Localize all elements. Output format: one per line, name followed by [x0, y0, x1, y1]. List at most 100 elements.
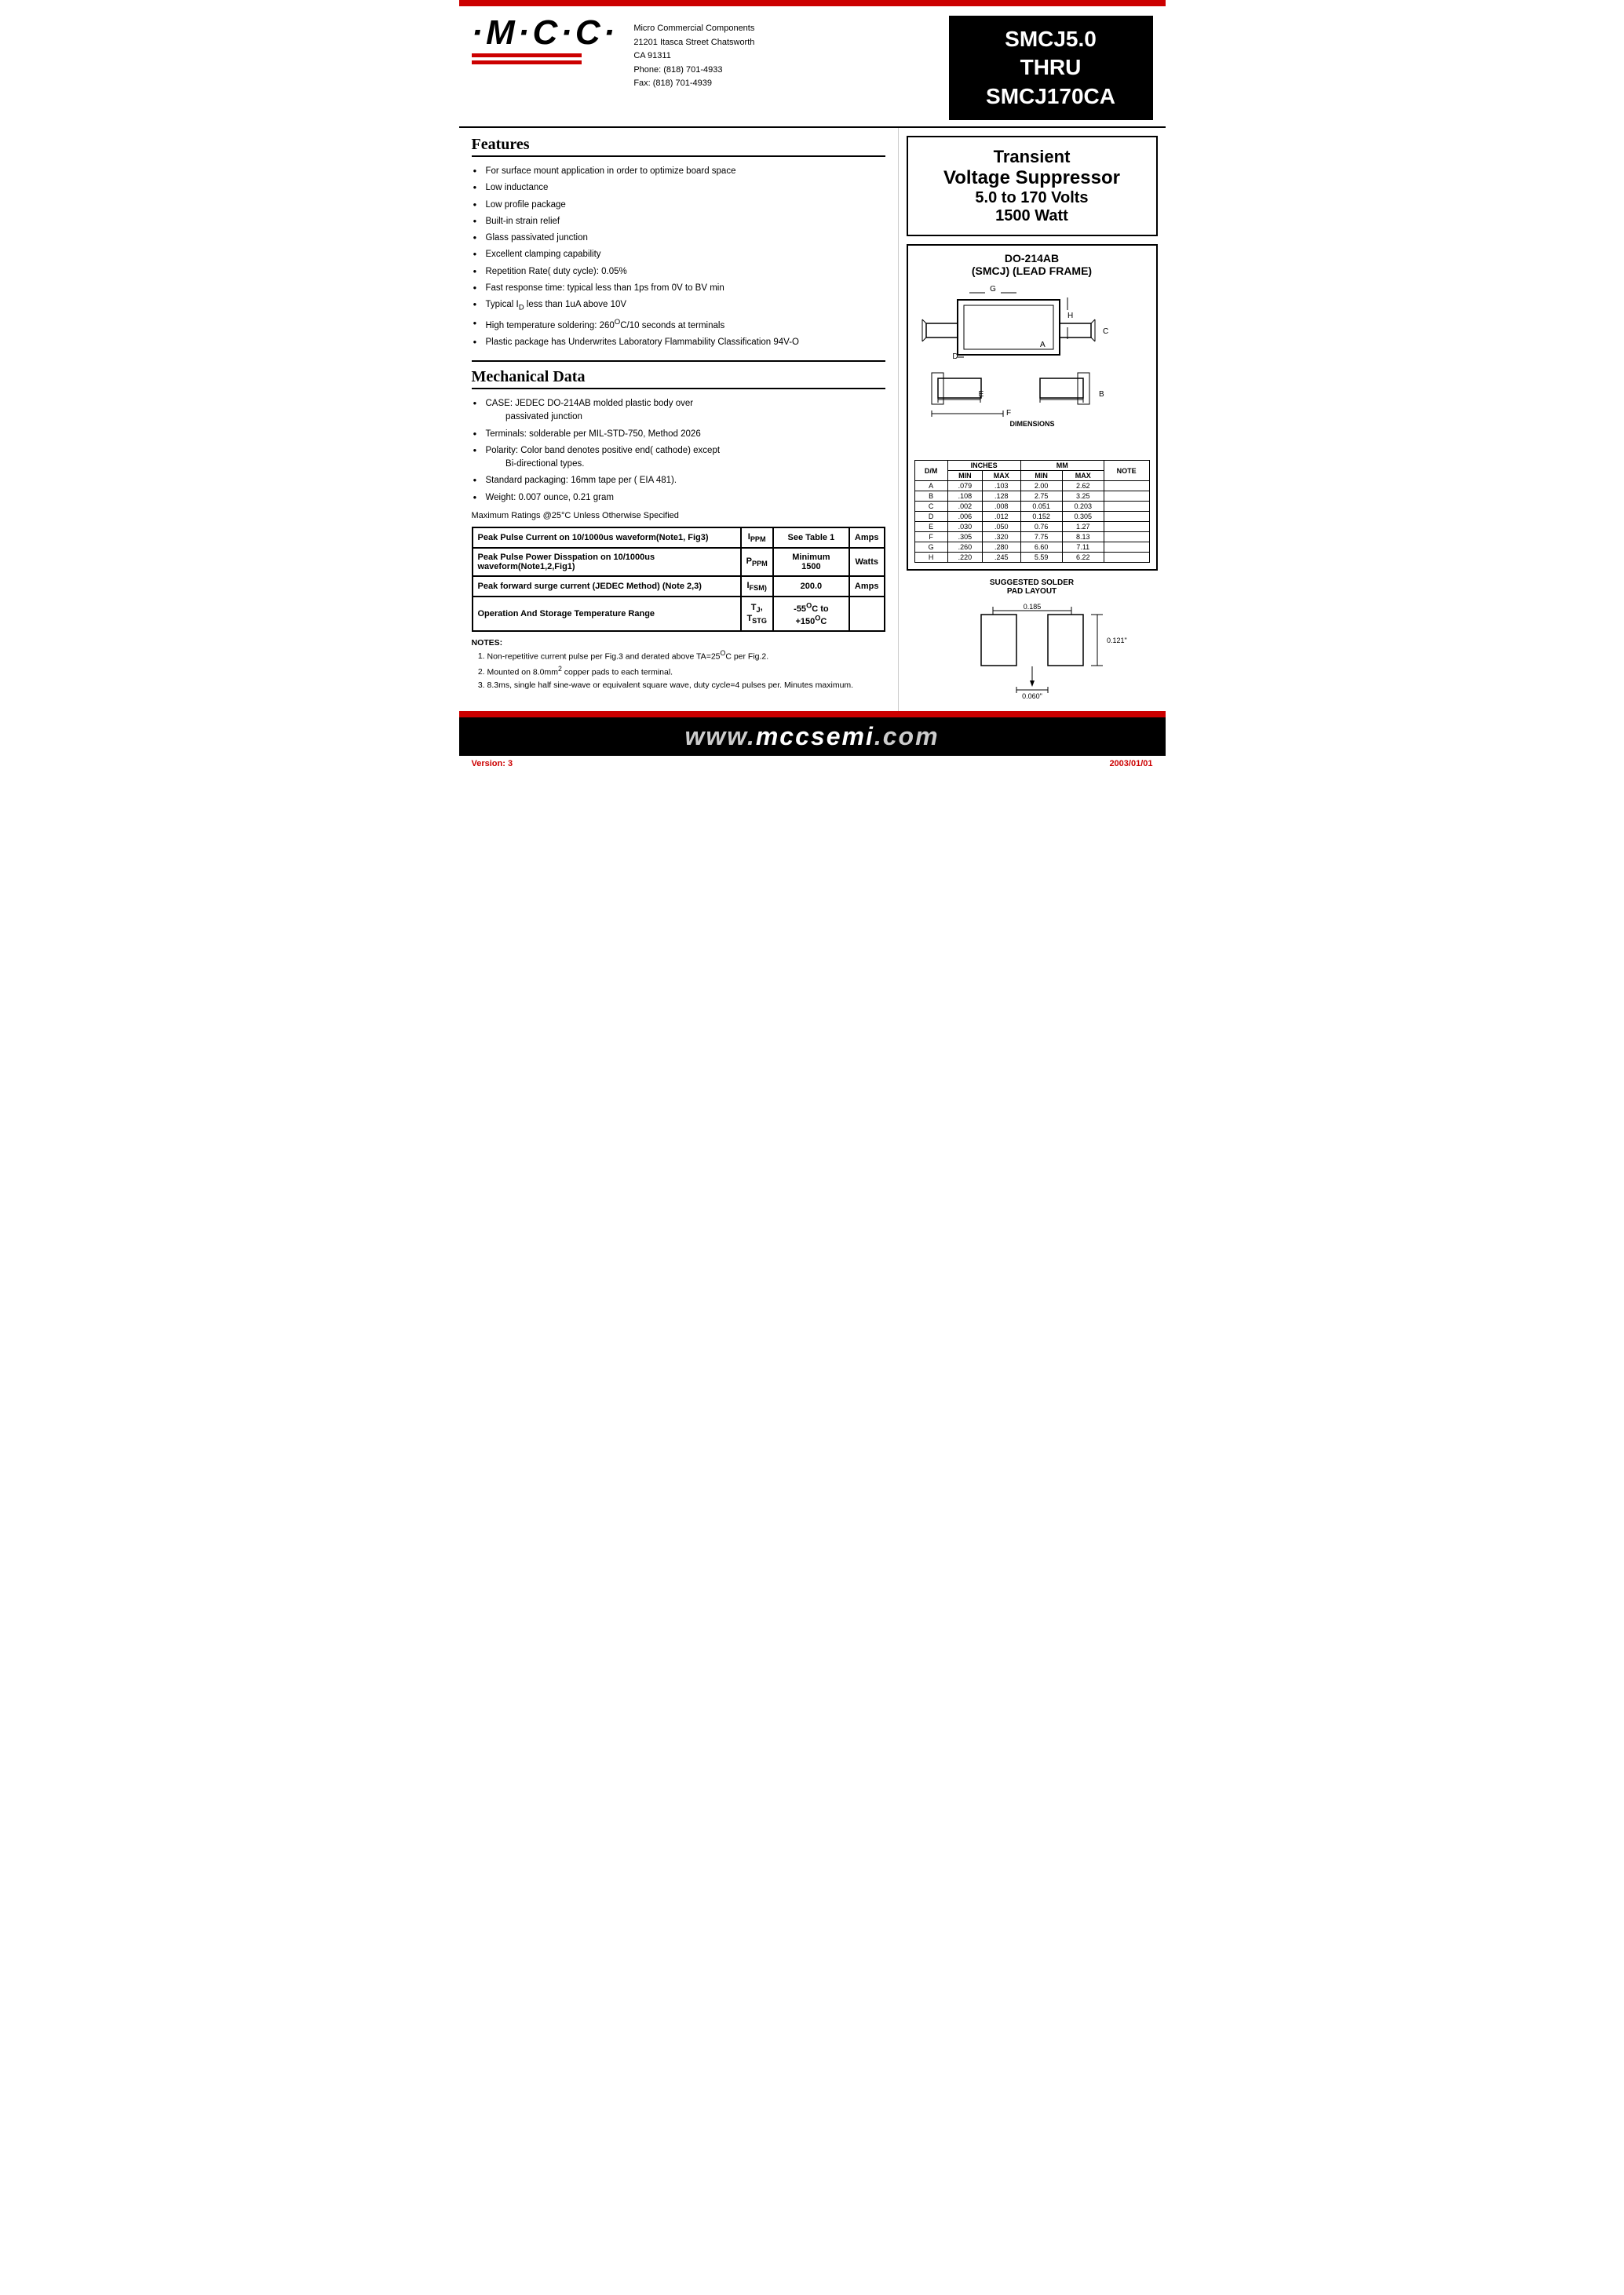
top-red-bar	[459, 0, 1166, 6]
ratings-unit-4	[849, 597, 885, 630]
ratings-symbol-2: PPPM	[741, 548, 773, 576]
feature-item-10: High temperature soldering: 260OC/10 sec…	[472, 316, 885, 334]
feature-item-3: Low profile package	[472, 197, 885, 213]
feature-item-2: Low inductance	[472, 180, 885, 196]
mechanical-list: CASE: JEDEC DO-214AB molded plastic body…	[472, 396, 885, 506]
part-number-line1: SMCJ5.0	[957, 25, 1145, 53]
svg-text:G: G	[990, 285, 996, 294]
ratings-param-2: Peak Pulse Power Disspation on 10/1000us…	[473, 548, 741, 576]
svg-text:B: B	[1099, 390, 1104, 399]
features-list: For surface mount application in order t…	[472, 163, 885, 351]
dim-col-min-in: MIN	[947, 471, 982, 481]
svg-text:E: E	[978, 390, 984, 399]
dim-table-body: A.079.1032.002.62B.108.1282.753.25C.002.…	[914, 481, 1149, 563]
mech-item-3: Polarity: Color band denotes positive en…	[472, 443, 885, 473]
feature-item-5: Glass passivated junction	[472, 230, 885, 246]
solder-pad-title: SUGGESTED SOLDERPAD LAYOUT	[907, 578, 1158, 596]
company-fax: Fax: (818) 701-4939	[633, 77, 940, 91]
footer-section: www.mccsemi.com	[459, 717, 1166, 756]
company-info: Micro Commercial Components 21201 Itasca…	[633, 16, 940, 91]
mech-item-2: Terminals: solderable per MIL-STD-750, M…	[472, 426, 885, 443]
ratings-unit-2: Watts	[849, 548, 885, 576]
dim-table-row: A.079.1032.002.62	[914, 481, 1149, 491]
feature-item-6: Excellent clamping capability	[472, 246, 885, 263]
ratings-symbol-4: TJ,TSTG	[741, 597, 773, 630]
ratings-row-3: Peak forward surge current (JEDEC Method…	[473, 576, 885, 597]
logo-text: ·M·C·C·	[472, 16, 619, 50]
dim-col-mm: MM	[1020, 461, 1104, 471]
header-section: ·M·C·C· Micro Commercial Components 2120…	[459, 6, 1166, 128]
feature-item-7: Repetition Rate( duty cycle): 0.05%	[472, 264, 885, 280]
feature-item-1: For surface mount application in order t…	[472, 163, 885, 180]
transient-box: Transient Voltage Suppressor 5.0 to 170 …	[907, 136, 1158, 236]
ratings-row-1: Peak Pulse Current on 10/1000us waveform…	[473, 527, 885, 548]
ratings-param-1: Peak Pulse Current on 10/1000us waveform…	[473, 527, 741, 548]
main-content: Features For surface mount application i…	[459, 128, 1166, 711]
logo-section: ·M·C·C·	[472, 16, 619, 64]
dim-table-row: C.002.0080.0510.203	[914, 502, 1149, 512]
mech-item-1: CASE: JEDEC DO-214AB molded plastic body…	[472, 396, 885, 426]
mech-item-4: Standard packaging: 16mm tape per ( EIA …	[472, 472, 885, 489]
feature-item-11: Plastic package has Underwrites Laborato…	[472, 334, 885, 351]
dim-col-inches: INCHES	[947, 461, 1020, 471]
package-box: DO-214AB (SMCJ) (LEAD FRAME) G H	[907, 244, 1158, 571]
notes-title: NOTES:	[472, 638, 885, 648]
company-name: Micro Commercial Components	[633, 22, 940, 36]
company-phone: Phone: (818) 701-4933	[633, 64, 940, 78]
svg-text:DIMENSIONS: DIMENSIONS	[1009, 420, 1054, 428]
ratings-unit-1: Amps	[849, 527, 885, 548]
svg-text:H: H	[1067, 312, 1073, 320]
package-diagram-svg: G H	[914, 280, 1150, 453]
dim-col-min-mm: MIN	[1020, 471, 1062, 481]
company-address: 21201 Itasca Street Chatsworth	[633, 36, 940, 50]
ratings-unit-3: Amps	[849, 576, 885, 597]
feature-item-9: Typical ID less than 1uA above 10V	[472, 297, 885, 316]
ratings-value-3: 200.0	[773, 576, 849, 597]
ratings-param-4: Operation And Storage Temperature Range	[473, 597, 741, 630]
feature-item-4: Built-in strain relief	[472, 213, 885, 230]
logo-red-bar-2	[472, 60, 582, 64]
transient-title4: 1500 Watt	[914, 207, 1150, 225]
svg-text:0.060": 0.060"	[1022, 692, 1042, 700]
part-number-line3: SMCJ170CA	[957, 82, 1145, 111]
svg-text:0.121": 0.121"	[1107, 637, 1127, 644]
dim-table-row: E.030.0500.761.27	[914, 522, 1149, 532]
date-label: 2003/01/01	[1109, 759, 1152, 768]
ratings-table: Peak Pulse Current on 10/1000us waveform…	[472, 527, 885, 632]
ratings-value-4: -55OC to +150OC	[773, 597, 849, 630]
version-label: Version: 3	[472, 759, 513, 768]
note-1: Non-repetitive current pulse per Fig.3 a…	[487, 648, 885, 663]
dim-table-row: G.260.2806.607.11	[914, 542, 1149, 553]
dim-table-row: F.305.3207.758.13	[914, 532, 1149, 542]
ratings-symbol-1: IPPM	[741, 527, 773, 548]
dim-header-row: D/M INCHES MM NOTE	[914, 461, 1149, 471]
ratings-symbol-3: IFSM)	[741, 576, 773, 597]
dim-col-max-mm: MAX	[1062, 471, 1104, 481]
feature-item-8: Fast response time: typical less than 1p…	[472, 280, 885, 297]
svg-text:0.185: 0.185	[1023, 603, 1041, 611]
ratings-value-1: See Table 1	[773, 527, 849, 548]
company-city: CA 91311	[633, 49, 940, 64]
footer-bottom: Version: 3 2003/01/01	[459, 756, 1166, 772]
ratings-row-4: Operation And Storage Temperature Range …	[473, 597, 885, 630]
logo-red-bar-1	[472, 53, 582, 57]
mechanical-section: Mechanical Data CASE: JEDEC DO-214AB mol…	[472, 360, 885, 506]
right-column: Transient Voltage Suppressor 5.0 to 170 …	[899, 128, 1166, 711]
dim-table-row: D.006.0120.1520.305	[914, 512, 1149, 522]
notes-section: NOTES: Non-repetitive current pulse per …	[472, 638, 885, 692]
dim-col-dm: D/M	[914, 461, 947, 481]
max-ratings-text: Maximum Ratings @25°C Unless Otherwise S…	[472, 511, 885, 520]
transient-title1: Transient	[914, 147, 1150, 167]
package-title1: DO-214AB	[914, 252, 1150, 265]
logo-red-bars	[472, 53, 582, 64]
package-title2: (SMCJ) (LEAD FRAME)	[914, 265, 1150, 277]
solder-pad-section: SUGGESTED SOLDERPAD LAYOUT 0.185 0.121"	[907, 578, 1158, 703]
mech-item-5: Weight: 0.007 ounce, 0.21 gram	[472, 490, 885, 506]
dimensions-table: D/M INCHES MM NOTE MIN MAX MIN MAX A.079…	[914, 460, 1150, 563]
ratings-param-3: Peak forward surge current (JEDEC Method…	[473, 576, 741, 597]
dim-table-row: H.220.2455.596.22	[914, 553, 1149, 563]
note-3: 8.3ms, single half sine-wave or equivale…	[487, 679, 885, 692]
dim-col-max-in: MAX	[982, 471, 1020, 481]
part-number-line2: THRU	[957, 53, 1145, 82]
dim-col-note: NOTE	[1104, 461, 1149, 481]
